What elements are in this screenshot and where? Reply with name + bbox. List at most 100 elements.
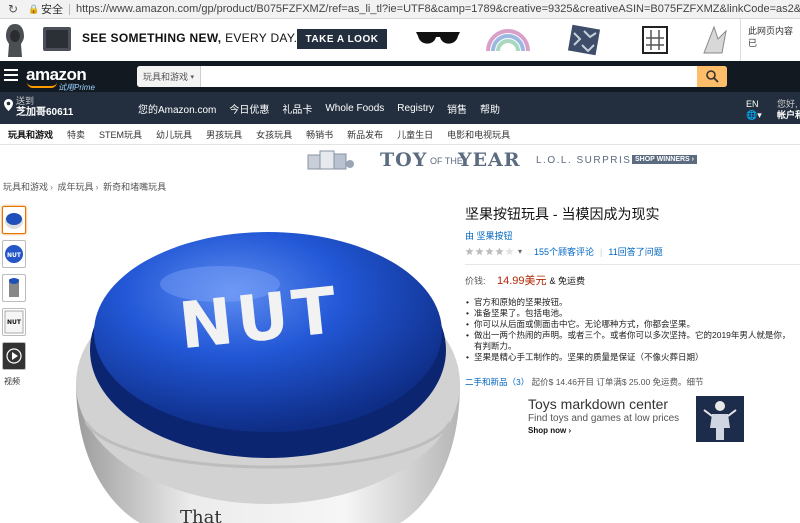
origami-bird-icon: [703, 25, 727, 54]
thumb-package-image: NUT: [4, 310, 24, 334]
thumbnail-2[interactable]: NUT: [2, 240, 26, 268]
promo-banner[interactable]: SEE SOMETHING NEW, EVERY DAY. TAKE A LOO…: [0, 19, 740, 61]
translate-side-note: 此网页内容已: [740, 19, 800, 61]
reload-icon[interactable]: ↻: [6, 2, 20, 16]
amazon-smile-icon: [27, 82, 57, 88]
feature-bullet-continued: 有判断力。: [474, 341, 517, 351]
thumbnail-4[interactable]: NUT: [2, 308, 26, 336]
account-menu[interactable]: 您好, 帐户和: [777, 99, 800, 121]
nav-link-sell[interactable]: 销售: [447, 101, 467, 116]
answered-questions-link[interactable]: 11回答了问题: [608, 245, 662, 258]
deliver-to[interactable]: 送到 芝加哥60611: [16, 96, 73, 118]
breadcrumb: 玩具和游戏 › 成年玩具 › 新奇和堵嘴玩具: [3, 182, 167, 192]
feature-bullet: 准备坚果了。包括电池。: [465, 308, 800, 319]
search-button[interactable]: [697, 66, 727, 87]
thumbnail-1[interactable]: [2, 206, 26, 234]
price-label: 价钱:: [465, 276, 486, 286]
category-girls[interactable]: 女孩玩具: [256, 128, 292, 141]
toys-markdown-ad[interactable]: Toys markdown center Find toys and games…: [528, 396, 748, 442]
amazon-nav: amazon 试用Prime 玩具和游戏 ▾: [0, 61, 800, 92]
toy-banner-toy: TOY: [380, 149, 428, 171]
category-boys[interactable]: 男孩玩具: [206, 128, 242, 141]
search-bar: 玩具和游戏 ▾: [137, 66, 727, 87]
price-row: 价钱: 14.99美元 & 免运费: [465, 272, 800, 288]
rating-separator: |: [600, 246, 603, 257]
category-movie-tv[interactable]: 电影和电视玩具: [447, 128, 510, 141]
product-main-image[interactable]: NUT That: [30, 232, 475, 523]
patterned-pillow-icon: [567, 24, 601, 56]
product-info: 坚果按钮玩具 - 当模因成为现实 由 坚果按钮 ▾ 155个顾客评论 | 11回…: [465, 204, 800, 388]
nav-link-your-amazon[interactable]: 您的Amazon.com: [138, 101, 216, 116]
search-category-dropdown[interactable]: 玩具和游戏 ▾: [137, 66, 202, 87]
promo-tagline: SEE SOMETHING NEW, EVERY DAY.: [82, 31, 298, 45]
category-new-releases[interactable]: 新品发布: [347, 128, 383, 141]
search-icon: [705, 70, 719, 83]
feature-bullet: 你可以从后面或侧面击中它。无论哪种方式，你都会坚果。: [465, 319, 800, 330]
feature-bullet: 做出一两个热闹的声明。或者三个。或者你可以多次坚持。它的2019年男人就是你，: [465, 330, 800, 341]
play-icon: [6, 348, 22, 364]
rainbow-arch-icon: [486, 29, 530, 52]
breadcrumb-adult-toys[interactable]: 成年玩具: [58, 182, 94, 192]
star-icon: [505, 247, 514, 256]
reviews-link[interactable]: 155个顾客评论: [534, 245, 594, 258]
category-toddler[interactable]: 幼儿玩具: [156, 128, 192, 141]
rating-row: ▾ 155个顾客评论 | 11回答了问题: [465, 245, 800, 258]
star-icon: [475, 247, 484, 256]
nav-link-registry[interactable]: Registry: [397, 103, 434, 114]
chevron-down-icon[interactable]: ▾: [518, 247, 522, 256]
sunglasses-icon: [416, 32, 460, 44]
thumb-button-top-image: NUT: [5, 245, 23, 263]
thumb-button-image: [5, 213, 23, 229]
lock-icon: 🔒: [28, 4, 40, 14]
base-label-text: That: [180, 507, 222, 523]
toy-banner-lol: L.O.L. SURPRISE: [536, 155, 640, 166]
tablet-device-icon: [43, 27, 71, 51]
thumbnail-video[interactable]: [2, 342, 26, 370]
nav-link-gift-cards[interactable]: 礼品卡: [282, 101, 312, 116]
free-shipping-text: & 免运费: [549, 276, 586, 286]
star-rating[interactable]: [465, 247, 514, 256]
used-and-new-details: 起价$ 14.46开目 订单满$ 25.00 免运费。细节: [531, 377, 704, 387]
toy-of-the-year-banner[interactable]: TOY OF THE YEAR L.O.L. SURPRISE SHOP WIN…: [300, 147, 700, 173]
breadcrumb-toys[interactable]: 玩具和游戏: [3, 182, 48, 192]
hooded-figure-icon: [6, 24, 24, 57]
product-title: 坚果按钮玩具 - 当模因成为现实: [465, 206, 660, 222]
secure-label: 安全: [41, 4, 63, 16]
category-bestsellers[interactable]: 畅销书: [306, 128, 333, 141]
divider: [465, 264, 800, 265]
browser-address-bar: ↻ 🔒 安全 https://www.amazon.com/gp/product…: [0, 0, 800, 19]
price-value: 14.99美元: [497, 275, 547, 287]
star-icon: [465, 247, 474, 256]
language-selector[interactable]: EN 🌐▾: [746, 99, 762, 121]
location-pin-icon: [4, 99, 13, 111]
thumb-box-image: [9, 278, 19, 297]
hamburger-menu-icon[interactable]: [4, 69, 18, 83]
nav-link-whole-foods[interactable]: Whole Foods: [325, 103, 384, 114]
toy-boxes-image: [307, 150, 354, 170]
feature-bullet: 官方和原始的坚果按钮。: [465, 297, 800, 308]
ad-action-figure-image: [696, 396, 744, 442]
nav-link-todays-deals[interactable]: 今日优惠: [229, 101, 269, 116]
sub-nav: 送到 芝加哥60611 您的Amazon.com 今日优惠 礼品卡 Whole …: [0, 92, 800, 124]
globe-icon: 🌐▾: [746, 110, 762, 120]
category-toys-games[interactable]: 玩具和游戏: [8, 128, 53, 141]
feature-bullets: 官方和原始的坚果按钮。 准备坚果了。包括电池。 你可以从后面或侧面击中它。无论哪…: [465, 297, 800, 363]
take-a-look-button[interactable]: TAKE A LOOK: [297, 29, 387, 49]
used-and-new-row: 二手和新品（3） 起价$ 14.46开目 订单满$ 25.00 免运费。细节: [465, 376, 800, 388]
brand-link[interactable]: 由 坚果按钮: [465, 229, 800, 242]
svg-text:NUT: NUT: [7, 252, 22, 259]
svg-text:NUT: NUT: [7, 319, 22, 326]
category-birthday[interactable]: 儿童生日: [397, 128, 433, 141]
video-label: 视频: [4, 377, 20, 386]
nav-link-help[interactable]: 帮助: [480, 101, 500, 116]
category-strip: 玩具和游戏 特卖 STEM玩具 幼儿玩具 男孩玩具 女孩玩具 畅销书 新品发布 …: [0, 124, 800, 145]
url-field[interactable]: https://www.amazon.com/gp/product/B075FZ…: [76, 3, 800, 15]
category-stem[interactable]: STEM玩具: [99, 128, 142, 141]
thumbnail-3[interactable]: [2, 274, 26, 302]
star-icon: [495, 247, 504, 256]
used-and-new-link[interactable]: 二手和新品（3）: [465, 377, 529, 387]
breadcrumb-novelty[interactable]: 新奇和堵嘴玩具: [103, 182, 166, 192]
star-icon: [485, 247, 494, 256]
category-deals[interactable]: 特卖: [67, 128, 85, 141]
shop-winners-button[interactable]: SHOP WINNERS ›: [632, 155, 697, 164]
